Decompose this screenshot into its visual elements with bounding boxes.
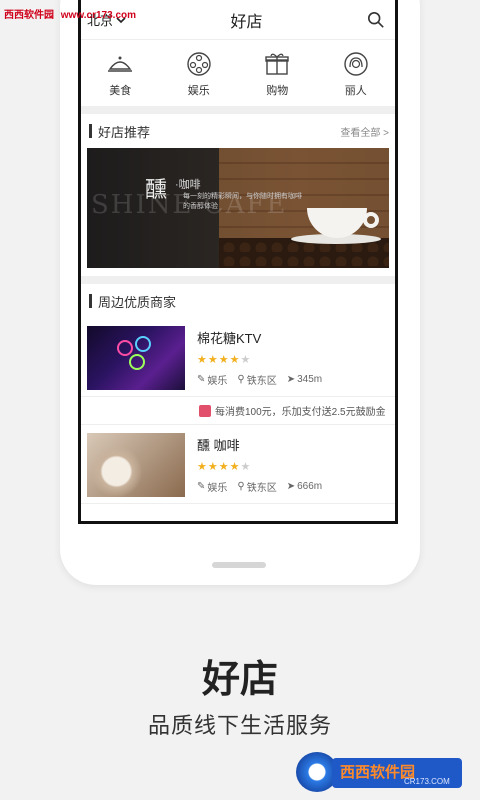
navigation-arrow-icon: ➤ (286, 374, 296, 385)
site-logo: 西西软件园 CR173.COM (296, 752, 466, 792)
category-food-label: 美食 (109, 85, 132, 97)
category-beauty-label: 丽人 (344, 85, 367, 97)
location-pin-icon: ⚲ (237, 374, 245, 385)
neon-ring (129, 354, 145, 370)
shop-item[interactable]: 醺 咖啡 ★★★★★ ✎ 娱乐 ⚲ 铁东区 ➤ 666m (81, 425, 395, 504)
app-screen: 北京 好店 美食 娱乐 购物 丽人 好店推荐 查看全部 > SHINE CAFE… (78, 0, 398, 524)
section-accent-bar (89, 124, 92, 138)
banner-brand-char: 醺 (145, 178, 168, 203)
nearby-title: 周边优质商家 (98, 294, 177, 310)
tag-icon: ✎ (197, 481, 206, 492)
watermark-url: www.cr173.com (60, 10, 137, 21)
location-pin-icon: ⚲ (237, 481, 245, 492)
shop-category: ✎ 娱乐 (197, 374, 228, 387)
phone-home-indicator (212, 562, 266, 568)
neon-ring (135, 336, 151, 352)
section-divider (81, 276, 395, 284)
navigation-arrow-icon: ➤ (286, 481, 296, 492)
category-shopping[interactable]: 购物 (247, 50, 307, 98)
gift-box-icon (265, 53, 289, 75)
watermark: 西西软件园 www.cr173.com (4, 6, 140, 21)
tag-icon: ✎ (197, 374, 206, 385)
recommend-title: 好店推荐 (98, 124, 151, 140)
caption-subtitle: 品质线下生活服务 (147, 713, 332, 738)
shop-name: 棉花糖KTV (197, 331, 262, 346)
shop-name: 醺 咖啡 (197, 438, 240, 453)
shop-thumbnail (87, 326, 185, 390)
film-reel-icon (187, 52, 211, 76)
category-shopping-label: 购物 (266, 85, 289, 97)
recommend-banner[interactable]: SHINE CAFE 醺 ·咖啡 每一刻的精彩瞬间，与你随时拥有咖啡的香醇体验 (87, 148, 389, 268)
shop-thumbnail (87, 433, 185, 497)
shop-distance: ➤ 345m (286, 374, 323, 385)
star-rating: ★★★★★ (197, 461, 252, 473)
neon-ring (117, 340, 133, 356)
shop-promo: 每消费100元，乐加支付送2.5元鼓励金 (81, 397, 395, 425)
logo-en-text: CR173.COM (404, 777, 450, 786)
recommend-section-header: 好店推荐 查看全部 > (81, 114, 395, 148)
category-entertainment-label: 娱乐 (187, 85, 210, 97)
shop-item[interactable]: 棉花糖KTV ★★★★★ ✎ 娱乐 ⚲ 铁东区 ➤ 345m (81, 318, 395, 397)
search-icon[interactable] (367, 11, 385, 29)
caption-title: 好店 (201, 659, 278, 701)
nearby-section-header: 周边优质商家 (81, 284, 395, 318)
promo-tag-icon (199, 404, 211, 417)
banner-brand-name: ·咖啡 (175, 179, 201, 191)
category-entertainment[interactable]: 娱乐 (169, 50, 229, 98)
promo-text: 每消费100元，乐加支付送2.5元鼓励金 (215, 407, 386, 418)
beauty-woman-icon (344, 52, 368, 76)
shop-distance: ➤ 666m (286, 481, 323, 492)
category-food[interactable]: 美食 (90, 50, 150, 98)
watermark-site-name: 西西软件园 (4, 10, 54, 21)
shop-category: ✎ 娱乐 (197, 481, 228, 494)
food-dish-icon (108, 56, 133, 72)
section-accent-bar (89, 294, 92, 308)
shop-area: ⚲ 铁东区 (237, 374, 277, 387)
view-all-link[interactable]: 查看全部 > (340, 124, 389, 139)
banner-slogan: 每一刻的精彩瞬间，与你随时拥有咖啡的香醇体验 (183, 193, 302, 210)
star-rating: ★★★★★ (197, 354, 252, 366)
page-title: 好店 (230, 13, 263, 31)
category-bar: 美食 娱乐 购物 丽人 (81, 40, 395, 114)
shop-area: ⚲ 铁东区 (237, 481, 277, 494)
category-beauty[interactable]: 丽人 (326, 50, 386, 98)
